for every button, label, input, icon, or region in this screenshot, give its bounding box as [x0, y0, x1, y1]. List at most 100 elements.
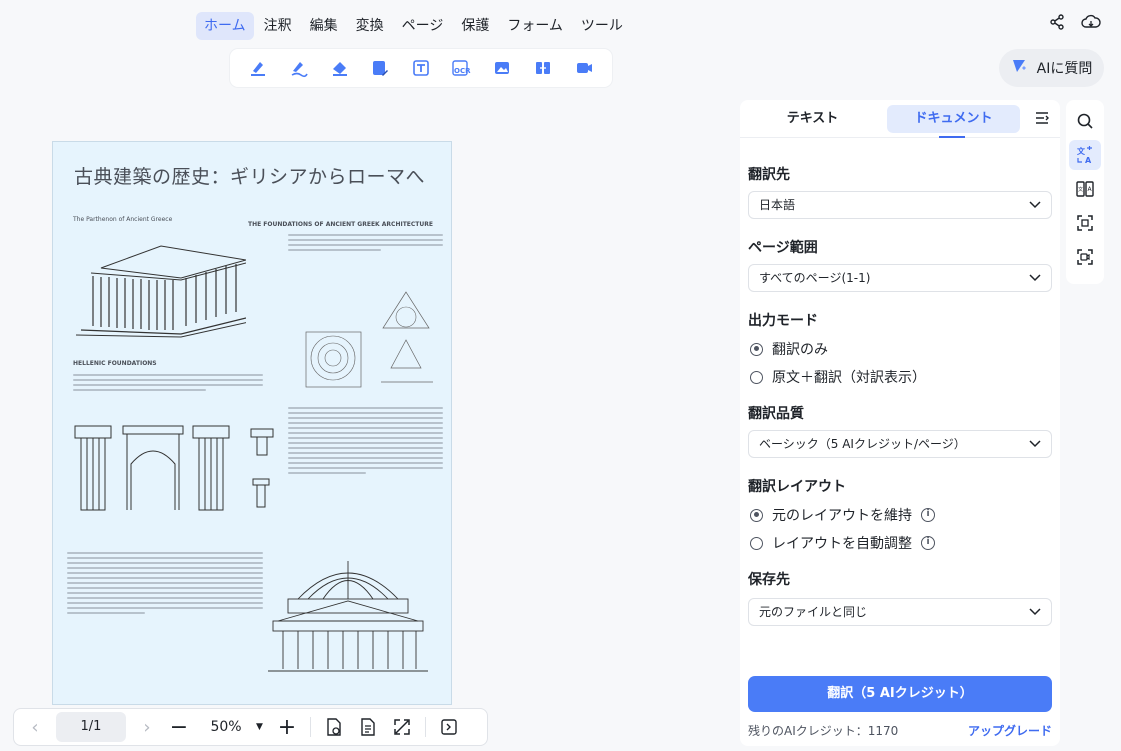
translate-icon[interactable]: 文A [1069, 140, 1101, 170]
svg-text:文: 文 [1077, 146, 1086, 156]
menu-edit[interactable]: 編集 [302, 12, 346, 40]
upgrade-link[interactable]: アップグレード [968, 722, 1052, 739]
menu-annotate[interactable]: 注釈 [256, 12, 300, 40]
share-icon[interactable] [1049, 14, 1065, 30]
zoom-dropdown-icon[interactable]: ▼ [256, 722, 270, 732]
zoom-level[interactable]: 50% [196, 719, 256, 735]
save-location-label: 保存先 [748, 572, 790, 588]
screenshot-icon[interactable] [1069, 208, 1101, 238]
ask-ai-button[interactable]: AIに質問 [999, 49, 1104, 87]
radio-label: レイアウトを自動調整 [772, 536, 912, 552]
side-toolbar: 文A 文A [1066, 100, 1104, 284]
paragraph-1 [288, 234, 443, 254]
top-menu: ホーム 注釈 編集 変換 ページ 保護 フォーム ツール [196, 12, 631, 40]
translate-button[interactable]: 翻訳（5 AIクレジット） [748, 676, 1052, 712]
columns-illustration [74, 425, 274, 511]
cloud-icon[interactable] [1081, 14, 1101, 30]
fullscreen-icon[interactable] [385, 712, 419, 742]
view-mode-icon[interactable] [317, 712, 351, 742]
chevron-down-icon [1029, 192, 1041, 218]
page-range-select[interactable]: すべてのページ(1-1) [748, 264, 1052, 292]
mode-bilingual[interactable]: 原文＋翻訳（対訳表示） [750, 367, 926, 387]
collapse-panel-icon[interactable] [432, 712, 466, 742]
tab-document[interactable]: ドキュメント [887, 104, 1020, 133]
target-language-label: 翻訳先 [748, 167, 790, 183]
text-box-icon[interactable] [401, 53, 442, 83]
radio-selected[interactable] [750, 508, 763, 522]
caption-right: THE FOUNDATIONS OF ANCIENT GREEK ARCHITE… [248, 221, 433, 228]
radio-label: 元のレイアウトを維持 [772, 508, 912, 524]
layout-label: 翻訳レイアウト [748, 479, 846, 495]
menu-page[interactable]: ページ [394, 12, 452, 40]
document-title: 古典建築の歴史：ギリシアからローマへ [74, 166, 426, 188]
save-location-select[interactable]: 元のファイルと同じ [748, 598, 1052, 626]
radio-label: 翻訳のみ [772, 342, 828, 358]
chevron-down-icon [1029, 599, 1041, 625]
menu-form[interactable]: フォーム [499, 12, 571, 40]
menu-home[interactable]: ホーム [196, 12, 254, 40]
caption-mid: HELLENIC FOUNDATIONS [73, 360, 157, 367]
page-range-label: ページ範囲 [748, 240, 818, 256]
bottom-bar: ‹ 1/1 › − 50% ▼ + [13, 708, 488, 746]
caption-left: The Parthenon of Ancient Greece [73, 216, 173, 223]
menu-convert[interactable]: 変換 [348, 12, 392, 40]
tab-text[interactable]: テキスト [746, 105, 879, 133]
ask-ai-label: AIに質問 [1036, 61, 1093, 77]
paragraph-2 [73, 374, 263, 394]
ocr-icon[interactable]: OCR [441, 53, 482, 83]
info-icon[interactable]: i [921, 536, 935, 550]
ai-sparkle-icon [1011, 57, 1029, 79]
menu-protect[interactable]: 保護 [453, 12, 497, 40]
svg-text:OCR: OCR [454, 67, 471, 75]
panel-tabs: テキスト ドキュメント [740, 100, 1060, 138]
document-page[interactable]: 古典建築の歴史：ギリシアからローマへ The Parthenon of Anci… [52, 141, 452, 705]
next-page-button[interactable]: › [132, 712, 162, 742]
radio-label: 原文＋翻訳（対訳表示） [772, 370, 926, 386]
parthenon-illustration [75, 245, 246, 338]
pantheon-illustration [268, 561, 428, 672]
active-tab-indicator [939, 136, 965, 138]
quality-value: ベーシック（5 AIクレジット/ページ） [759, 437, 966, 451]
eraser-tool-icon[interactable] [319, 53, 360, 83]
prev-page-button[interactable]: ‹ [20, 712, 50, 742]
page-range-value: すべてのページ(1-1) [759, 271, 871, 285]
translate-panel: テキスト ドキュメント 翻訳先 日本語 ページ範囲 すべてのページ(1-1) 出… [740, 100, 1060, 746]
layout-auto[interactable]: レイアウトを自動調整 i [750, 533, 935, 553]
highlight-tool-icon[interactable] [238, 53, 279, 83]
zoom-out-button[interactable]: − [162, 712, 196, 742]
info-icon[interactable]: i [921, 508, 935, 522]
home-toolbar: OCR [230, 49, 612, 87]
panel-menu-icon[interactable] [1034, 110, 1050, 130]
search-icon[interactable] [1069, 106, 1101, 136]
radio-unselected[interactable] [750, 370, 763, 384]
chevron-down-icon [1029, 265, 1041, 291]
paragraph-4 [67, 552, 263, 617]
remaining-credits: 残りのAIクレジット：1170 [748, 724, 899, 738]
divider [425, 717, 426, 737]
save-location-value: 元のファイルと同じ [759, 605, 868, 619]
record-icon[interactable] [1069, 242, 1101, 272]
target-language-select[interactable]: 日本語 [748, 191, 1052, 219]
mode-translation-only[interactable]: 翻訳のみ [750, 339, 828, 359]
paragraph-3 [288, 407, 443, 477]
svg-text:A: A [1088, 186, 1093, 193]
bilingual-compare-icon[interactable]: 文A [1069, 174, 1101, 204]
radio-unselected[interactable] [750, 536, 763, 550]
screen-record-icon[interactable] [563, 53, 604, 83]
output-mode-label: 出力モード [748, 313, 818, 329]
layout-keep[interactable]: 元のレイアウトを維持 i [750, 505, 935, 525]
svg-text:文: 文 [1078, 186, 1083, 193]
quality-select[interactable]: ベーシック（5 AIクレジット/ページ） [748, 430, 1052, 458]
page-indicator[interactable]: 1/1 [56, 712, 126, 742]
page-layout-icon[interactable] [351, 712, 385, 742]
chevron-down-icon [1029, 431, 1041, 457]
radio-selected[interactable] [750, 342, 763, 356]
geometry-diagrams [305, 291, 433, 388]
menu-tools[interactable]: ツール [573, 12, 631, 40]
underline-tool-icon[interactable] [279, 53, 320, 83]
edit-text-icon[interactable] [360, 53, 401, 83]
image-tool-icon[interactable] [482, 53, 523, 83]
compare-tool-icon[interactable] [523, 53, 564, 83]
zoom-in-button[interactable]: + [270, 712, 304, 742]
divider [310, 717, 311, 737]
